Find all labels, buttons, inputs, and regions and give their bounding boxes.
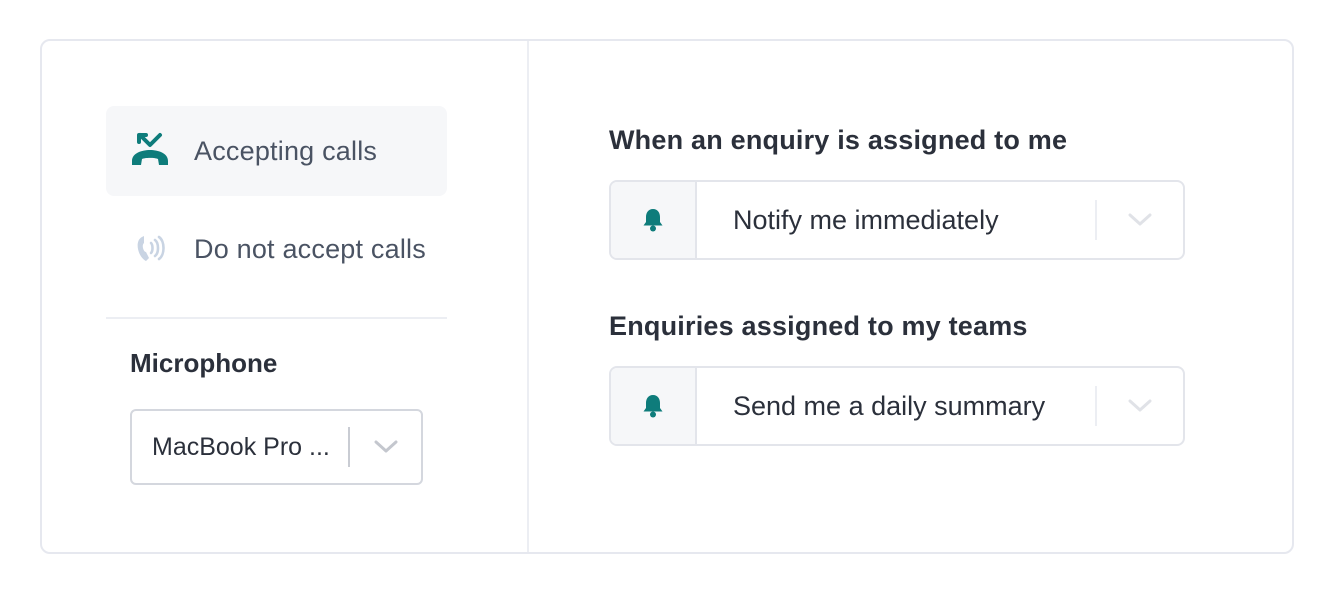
phone-hangup-icon xyxy=(128,129,172,173)
divider xyxy=(106,317,447,319)
assigned-to-me-select[interactable]: Notify me immediately xyxy=(609,180,1185,260)
microphone-title: Microphone xyxy=(130,348,278,378)
bell-icon xyxy=(611,368,697,444)
settings-card: Accepting calls Do not accept calls Micr… xyxy=(40,39,1294,554)
microphone-select-value: MacBook Pro ... xyxy=(152,432,330,461)
microphone-select[interactable]: MacBook Pro ... xyxy=(130,409,423,485)
chevron-down-icon[interactable] xyxy=(1097,398,1183,414)
chevron-down-icon[interactable] xyxy=(1097,212,1183,228)
chevron-down-icon[interactable] xyxy=(350,439,421,455)
do-not-accept-calls-option[interactable]: Do not accept calls xyxy=(106,204,447,294)
accepting-calls-label: Accepting calls xyxy=(194,135,378,166)
accepting-calls-option[interactable]: Accepting calls xyxy=(106,106,447,196)
assigned-to-me-value: Notify me immediately xyxy=(733,204,999,235)
assigned-to-me-heading: When an enquiry is assigned to me xyxy=(609,125,1068,155)
bell-icon xyxy=(611,182,697,258)
assigned-to-teams-heading: Enquiries assigned to my teams xyxy=(609,311,1028,341)
do-not-accept-calls-label: Do not accept calls xyxy=(194,233,426,264)
notification-settings-panel: When an enquiry is assigned to me Notify… xyxy=(529,41,1292,552)
phone-ringing-icon xyxy=(128,227,172,271)
call-settings-panel: Accepting calls Do not accept calls Micr… xyxy=(42,41,529,552)
assigned-to-teams-select[interactable]: Send me a daily summary xyxy=(609,366,1185,446)
assigned-to-teams-value: Send me a daily summary xyxy=(733,390,1046,421)
